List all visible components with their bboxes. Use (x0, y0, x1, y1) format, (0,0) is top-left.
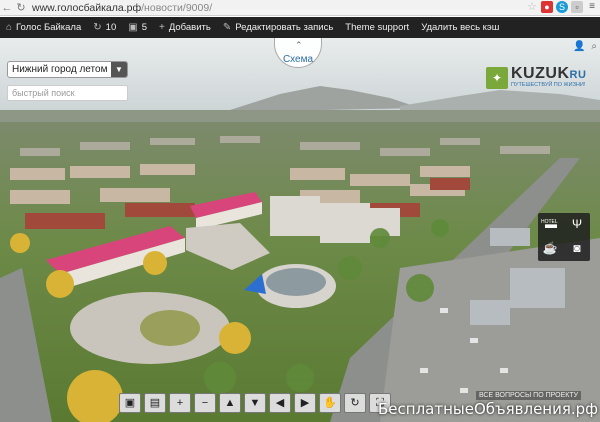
arrow-down-icon[interactable]: ▼ (244, 393, 266, 413)
site-name-item[interactable]: ⌂ Голос Байкала (0, 17, 87, 38)
extension-icon[interactable]: ▫ (571, 1, 583, 13)
zoom-in-icon[interactable]: + (169, 393, 191, 413)
cup-icon: ☕ (542, 241, 558, 255)
quick-search-input[interactable]: быстрый поиск (7, 85, 128, 101)
user-icon[interactable]: 👤 (573, 41, 585, 52)
hand-drag-icon[interactable]: ✋ (319, 393, 341, 413)
reload-icon[interactable]: ↻ (14, 1, 28, 15)
camera-icon: ◙ (573, 241, 581, 255)
address-bar[interactable]: www.голосбайкала.рф/новости/9009/ (32, 2, 212, 14)
theme-support-item[interactable]: Theme support (339, 17, 415, 38)
logo-name: KUZUKRU (511, 65, 587, 82)
search-icon[interactable]: ⌕ (591, 41, 597, 52)
kuzuk-logo[interactable]: ✦ KUZUKRU ПУТЕШЕСТВУЙ ПО ЖИЗНИ! (486, 65, 594, 90)
watermark: БесплатныеОбъявления.рф (378, 400, 598, 418)
arrow-up-icon[interactable]: ▲ (219, 393, 241, 413)
star-icon[interactable]: ☆ (526, 1, 538, 13)
logo-tagline: ПУТЕШЕСТВУЙ ПО ЖИЗНИ! (511, 82, 586, 88)
arrow-left-icon[interactable]: ◀ (269, 393, 291, 413)
cafe-button[interactable]: ☕ (541, 240, 559, 256)
chevron-up-icon: ⌃ (295, 40, 303, 50)
admin-bar: ⌂ Голос Байкала ↻ 10 ▣ 5 + Добавить ✎ Ре… (0, 17, 600, 38)
extension-icon[interactable]: ● (541, 1, 553, 13)
zoom-out-icon[interactable]: − (194, 393, 216, 413)
poi-panel: HOTEL ▬ Ψ ☕ ◙ (538, 213, 590, 261)
hotel-button[interactable]: HOTEL ▬ (541, 216, 561, 232)
arrow-right-icon[interactable]: ▶ (294, 393, 316, 413)
edit-post-item[interactable]: ✎ Редактировать запись (217, 17, 339, 38)
panorama-controls: ▣ ▤ + − ▲ ▼ ◀ ▶ ✋ ↻ ⛶ (119, 393, 391, 413)
comments-item[interactable]: ▣ 5 (122, 17, 153, 38)
back-arrow-icon[interactable]: ← (0, 1, 14, 15)
panorama-select[interactable]: Нижний город летом ▼ (7, 61, 128, 78)
updates-item[interactable]: ↻ 10 (87, 17, 122, 38)
photo-button[interactable]: ◙ (568, 240, 586, 256)
fork-knife-icon: Ψ (571, 217, 583, 231)
food-button[interactable]: Ψ (568, 216, 586, 232)
kuzuk-mark-icon: ✦ (486, 67, 508, 89)
pencil-icon: ✎ (222, 22, 232, 33)
dropdown-arrow-icon: ▼ (111, 62, 127, 77)
menu-icon[interactable]: ≡ (586, 1, 598, 13)
url-path: /новости/9009/ (141, 1, 213, 14)
autorotate-icon[interactable]: ↻ (344, 393, 366, 413)
url-host: www.голосбайкала.рф (32, 1, 142, 14)
admin-user-area: 👤 ⌕ (573, 41, 597, 52)
browser-toolbar: ← ↻ www.голосбайкала.рф/новости/9009/ ☆ … (0, 0, 600, 16)
video-mode-icon[interactable]: ▤ (144, 393, 166, 413)
home-icon: ⌂ (6, 22, 13, 33)
plus-icon: + (158, 22, 165, 33)
skype-icon[interactable]: S (556, 1, 568, 13)
view-mode-icon[interactable]: ▣ (119, 393, 141, 413)
updates-icon: ↻ (93, 22, 102, 33)
add-new-item[interactable]: + Добавить (153, 17, 217, 38)
comment-icon: ▣ (128, 22, 138, 33)
clear-cache-item[interactable]: Удалить весь кэш (415, 17, 505, 38)
